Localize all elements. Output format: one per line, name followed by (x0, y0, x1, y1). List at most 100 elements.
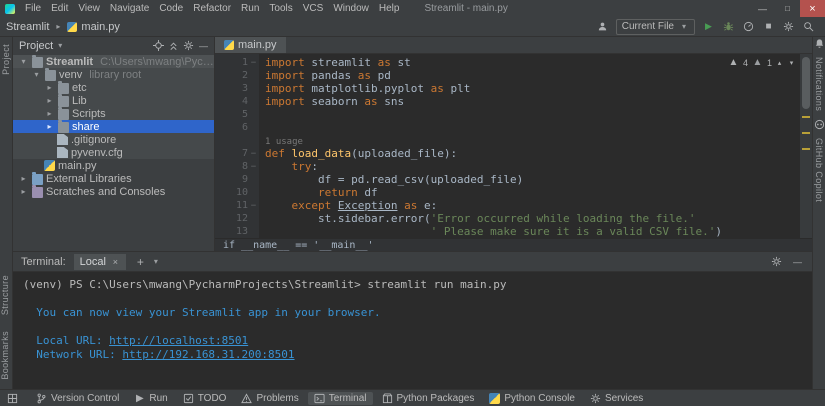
breadcrumb-scope[interactable]: if __name__ == '__main__' (223, 240, 374, 251)
chevron-right-icon[interactable]: ▸ (44, 121, 55, 132)
close-icon[interactable]: × (111, 255, 120, 268)
debug-icon[interactable] (722, 20, 735, 33)
menu-run[interactable]: Run (236, 2, 264, 15)
editor-main[interactable]: 1−234567−8−91011−1213 import streamlit a… (215, 54, 812, 238)
project-panel-title-group[interactable]: Project ▾ (19, 39, 65, 52)
statusbar-tab-python-console[interactable]: Python Console (483, 392, 581, 405)
settings-icon[interactable] (782, 20, 795, 33)
stop-icon[interactable]: ■ (762, 20, 775, 33)
tree-item-gitignore[interactable]: .gitignore (13, 133, 214, 146)
tool-button-notifications[interactable]: Notifications (813, 37, 825, 118)
line-number: 1 (215, 57, 248, 68)
warning-mark[interactable] (802, 116, 810, 118)
tool-button-structure[interactable]: Structure (0, 268, 10, 322)
settings-icon[interactable] (770, 255, 783, 268)
statusbar-tab-terminal[interactable]: Terminal (308, 392, 373, 405)
tree-item-label: Streamlit (46, 56, 93, 68)
tree-item-venv[interactable]: ▾venvlibrary root (13, 68, 214, 81)
statusbar-tab-todo[interactable]: TODO (177, 392, 233, 405)
grid-icon[interactable] (6, 392, 19, 405)
statusbar-tab-version-control[interactable]: Version Control (30, 392, 125, 405)
menu-tools[interactable]: Tools (264, 2, 297, 15)
breadcrumb-file[interactable]: main.py (81, 21, 120, 33)
menu-window[interactable]: Window (328, 2, 374, 15)
hide-icon[interactable]: — (197, 39, 210, 52)
tool-button-project[interactable]: Project (1, 37, 11, 82)
folder-icon (58, 96, 69, 107)
menu-code[interactable]: Code (154, 2, 188, 15)
tree-item-lib[interactable]: ▸Lib (13, 94, 214, 107)
chevron-right-icon[interactable]: ▸ (18, 186, 29, 197)
menu-vcs[interactable]: VCS (298, 2, 329, 15)
line-number: 8 (215, 161, 248, 172)
terminal-tab-local[interactable]: Local× (74, 254, 126, 270)
menu-view[interactable]: View (73, 2, 105, 15)
terminal-line: You can now view your Streamlit app in y… (23, 306, 802, 320)
editor-breadcrumbs[interactable]: if __name__ == '__main__' (215, 238, 812, 251)
pycharm-window: FileEditViewNavigateCodeRefactorRunTools… (0, 0, 825, 406)
chevron-down-icon[interactable]: ▾ (31, 69, 42, 80)
tree-item-main-py[interactable]: main.py (13, 159, 214, 172)
tree-item-streamlit[interactable]: ▾StreamlitC:\Users\mwang\PycharmProjects… (13, 55, 214, 68)
editor-tab-bar: main.py (215, 37, 812, 54)
statusbar-tab-run[interactable]: ▶Run (128, 392, 173, 405)
hide-icon[interactable]: — (791, 255, 804, 268)
terminal-link[interactable]: http://192.168.31.200:8501 (122, 348, 294, 361)
chevron-right-icon[interactable]: ▸ (44, 82, 55, 93)
terminal-link[interactable]: http://localhost:8501 (109, 334, 248, 347)
menu-help[interactable]: Help (374, 2, 405, 15)
terminal-output[interactable]: (venv) PS C:\Users\mwang\PycharmProjects… (13, 272, 812, 389)
tree-item-pyvenv-cfg[interactable]: pyvenv.cfg (13, 146, 214, 159)
menu-edit[interactable]: Edit (46, 2, 73, 15)
locate-icon[interactable] (152, 39, 165, 52)
collapse-icon[interactable] (167, 39, 180, 52)
tree-item-external-libraries[interactable]: ▸External Libraries (13, 172, 214, 185)
add-icon[interactable]: + (134, 255, 147, 268)
statusbar-tab-problems[interactable]: Problems (235, 392, 304, 405)
editor-tab-label: main.py (238, 39, 277, 51)
tree-item-suffix: library root (89, 69, 214, 81)
tool-button-bookmarks[interactable]: Bookmarks (0, 324, 10, 387)
minimize-button[interactable]: — (750, 0, 775, 17)
menu-navigate[interactable]: Navigate (105, 2, 154, 15)
chevron-right-icon[interactable]: ▸ (18, 173, 29, 184)
maximize-button[interactable]: □ (775, 0, 800, 17)
person-icon[interactable] (596, 20, 609, 33)
menu-refactor[interactable]: Refactor (188, 2, 236, 15)
tree-item-scratches-and-consoles[interactable]: ▸Scratches and Consoles (13, 185, 214, 198)
close-button[interactable]: × (800, 0, 825, 17)
statusbar-tab-python-packages[interactable]: Python Packages (376, 392, 481, 405)
editor-scrollbar[interactable] (800, 54, 812, 238)
warning-mark[interactable] (802, 148, 810, 150)
chevron-down-icon[interactable]: ▾ (18, 56, 29, 67)
breadcrumb-project[interactable]: Streamlit (6, 21, 49, 33)
warning-count: 4 (743, 58, 748, 68)
warning-mark[interactable] (802, 132, 810, 134)
settings-icon[interactable] (182, 39, 195, 52)
up-icon[interactable]: ▴ (775, 56, 784, 69)
fold-marker[interactable]: − (248, 201, 259, 211)
menu-file[interactable]: File (20, 2, 46, 15)
fold-marker[interactable]: − (248, 162, 259, 172)
chevron-right-icon[interactable]: ▸ (44, 108, 55, 119)
tree-item-scripts[interactable]: ▸Scripts (13, 107, 214, 120)
code-area[interactable]: import streamlit as stimport pandas as p… (259, 54, 800, 238)
editor-tab-main-py[interactable]: main.py (215, 37, 286, 53)
chevron-down-icon[interactable]: ▾ (151, 255, 161, 268)
play-icon[interactable]: ▶ (702, 20, 715, 33)
terminal-line: Network URL: http://192.168.31.200:8501 (23, 348, 802, 362)
tree-item-etc[interactable]: ▸etc (13, 81, 214, 94)
chevron-right-icon[interactable]: ▸ (44, 95, 55, 106)
fold-marker[interactable]: − (248, 149, 259, 159)
tool-button-github-copilot[interactable]: GitHub Copilot (813, 118, 825, 209)
down-icon[interactable]: ▾ (787, 56, 796, 69)
services-icon (590, 393, 601, 404)
statusbar-tab-services[interactable]: Services (584, 392, 649, 405)
profiler-icon[interactable] (742, 20, 755, 33)
run-config-select[interactable]: Current File▾ (616, 19, 695, 35)
search-icon[interactable] (802, 20, 815, 33)
statusbar-tab-label: Python Console (504, 393, 575, 404)
fold-marker[interactable]: − (248, 58, 259, 68)
scrollbar-thumb[interactable] (802, 57, 810, 109)
tree-item-share[interactable]: ▸share (13, 120, 214, 133)
